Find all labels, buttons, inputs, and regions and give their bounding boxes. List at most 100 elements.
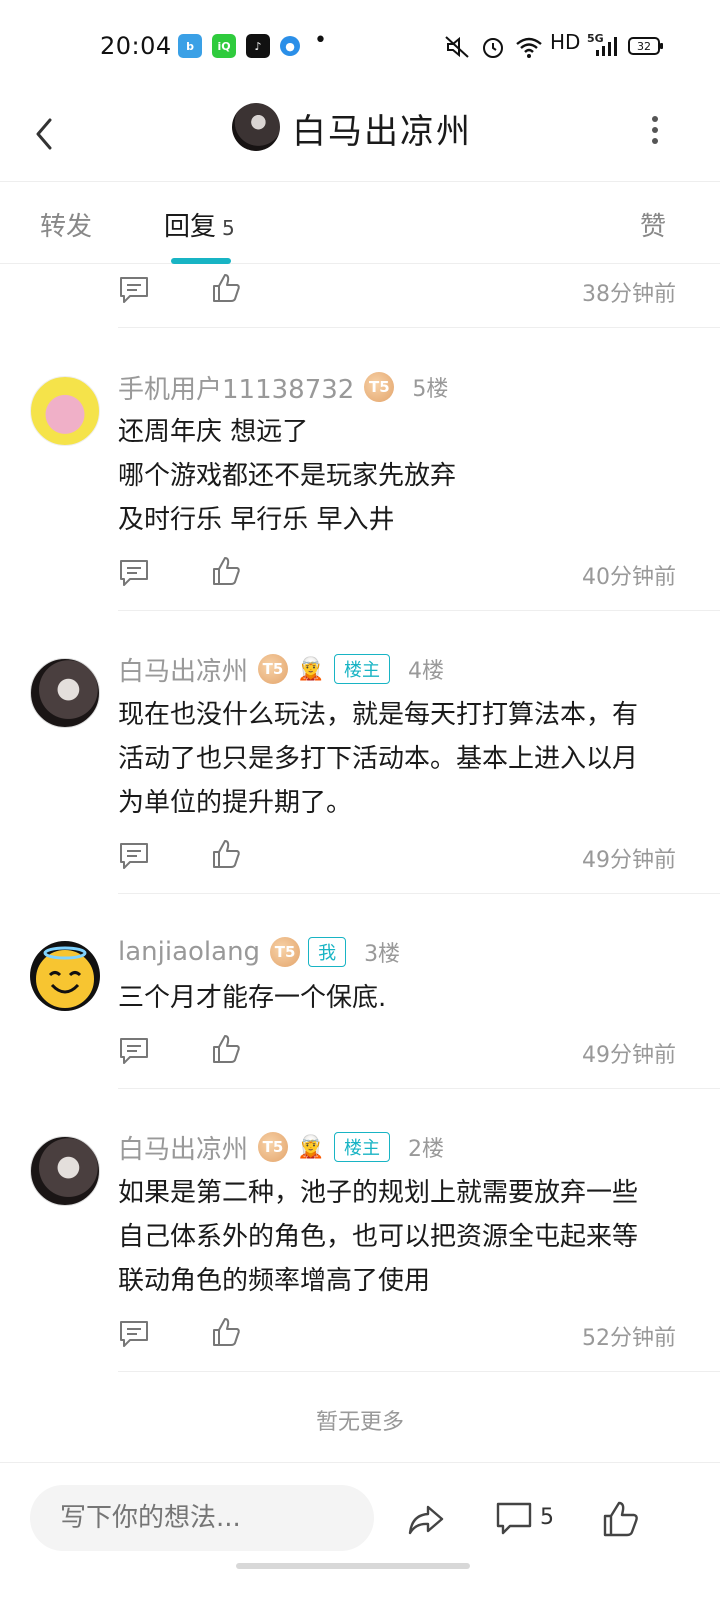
reply-actions: 49分钟前 (118, 1031, 678, 1071)
reply-line: 还周年庆 想远了 (118, 417, 309, 447)
reply-line: 联动角色的频率增高了使用 (118, 1266, 431, 1296)
wifi-icon (516, 37, 542, 58)
divider (118, 1088, 720, 1089)
comment-icon[interactable] (118, 557, 150, 589)
floor-number: 2楼 (408, 1137, 445, 1162)
notification-dot-icon: • (314, 28, 327, 53)
like-thumb-icon[interactable] (210, 555, 242, 587)
reply-line: 哪个游戏都还不是玩家先放弃 (118, 461, 457, 491)
tab-active-indicator (171, 258, 231, 264)
tab-bar: 转发 回复 5 赞 (0, 182, 720, 264)
reply-meta: 白马出凉州 T5 🧝 楼主 4楼 (118, 651, 445, 688)
tab-forward-label: 转发 (40, 212, 93, 242)
username[interactable]: lanjiaolang (118, 937, 260, 967)
comment-icon[interactable] (118, 1035, 150, 1067)
tab-forward[interactable]: 转发 (40, 206, 92, 243)
reply-time: 49分钟前 (582, 1043, 676, 1068)
more-vertical-icon[interactable] (640, 110, 670, 150)
author-tag: 楼主 (334, 654, 391, 684)
browser-icon: ● (280, 36, 300, 56)
like-thumb-icon[interactable] (210, 838, 242, 870)
username[interactable]: 手机用户11138732 (118, 369, 354, 406)
share-arrow-icon[interactable] (406, 1499, 446, 1539)
tab-reply[interactable]: 回复 5 (164, 206, 235, 243)
avatar[interactable] (30, 941, 100, 1011)
reply-line: 活动了也只是多打下活动本。基本上进入以月 (118, 744, 639, 774)
comment-icon[interactable] (494, 1499, 534, 1539)
username[interactable]: 白马出凉州 (118, 1129, 248, 1166)
tab-reply-count: 5 (222, 216, 235, 240)
author-tag: 楼主 (334, 1132, 391, 1162)
divider (118, 327, 720, 328)
reply-actions: 49分钟前 (118, 836, 678, 876)
reply-line: 及时行乐 早行乐 早入井 (118, 505, 395, 535)
back-arrow-icon[interactable] (28, 104, 68, 164)
reply-line: 为单位的提升期了。 (118, 788, 353, 818)
signal-icon (596, 37, 617, 56)
avatar[interactable] (30, 376, 100, 446)
comment-icon[interactable] (118, 840, 150, 872)
avatar[interactable] (30, 658, 100, 728)
reply-body: 还周年庆 想远了 哪个游戏都还不是玩家先放弃 及时行乐 早行乐 早入井 (118, 410, 678, 542)
divider (118, 1371, 720, 1372)
reply-time: 49分钟前 (582, 848, 676, 873)
comment-input[interactable] (30, 1485, 374, 1551)
bilibili-icon: b (178, 34, 202, 58)
status-time: 20:04 (100, 32, 172, 60)
battery-icon: 32 (628, 37, 663, 55)
reply-line: 自己体系外的角色，也可以把资源全屯起来等 (118, 1222, 639, 1252)
reply-body: 三个月才能存一个保底. (118, 976, 678, 1020)
reply-time: 38分钟前 (582, 282, 676, 307)
like-thumb-icon[interactable] (210, 1316, 242, 1348)
hd-label: HD (550, 30, 581, 54)
status-bar: 20:04 b iQ ♪ ● • HD 5G 32 (0, 0, 720, 96)
reply-actions: 40分钟前 (118, 553, 678, 593)
reply-meta: lanjiaolang T5 我 3楼 (118, 935, 400, 969)
home-indicator[interactable] (236, 1563, 470, 1569)
level-badge-icon: T5 (258, 1132, 289, 1162)
avatar-badge-icon: 🧝 (297, 1134, 325, 1160)
avatar[interactable] (30, 1136, 100, 1206)
username[interactable]: 白马出凉州 (118, 651, 248, 688)
bottom-bar: 5 (0, 1462, 720, 1600)
tiktok-icon: ♪ (246, 34, 270, 58)
tab-likes-label: 赞 (640, 212, 667, 242)
reply-line: 如果是第二种，池子的规划上就需要放弃一些 (118, 1178, 639, 1208)
no-more-text: 暂无更多 (315, 1410, 404, 1435)
alarm-icon (483, 38, 503, 58)
comment-icon[interactable] (118, 274, 150, 306)
reply-body: 现在也没什么玩法，就是每天打打算法本，有 活动了也只是多打下活动本。基本上进入以… (118, 693, 678, 825)
reply-meta: 白马出凉州 T5 🧝 楼主 2楼 (118, 1129, 445, 1166)
tab-reply-label: 回复 (164, 212, 217, 242)
reply-line: 三个月才能存一个保底. (118, 983, 387, 1013)
smiley-avatar-icon (34, 946, 96, 1010)
avatar-badge-icon: 🧝 (297, 656, 325, 682)
reply-meta: 手机用户11138732 T5 5楼 (118, 369, 449, 406)
comment-icon[interactable] (118, 1318, 150, 1350)
iqiyi-icon: iQ (212, 34, 236, 58)
reply-actions: 52分钟前 (118, 1314, 678, 1354)
reply-time: 40分钟前 (582, 565, 676, 590)
reply-time: 52分钟前 (582, 1326, 676, 1351)
like-thumb-icon[interactable] (600, 1499, 640, 1539)
like-thumb-icon[interactable] (210, 1033, 242, 1065)
floor-number: 5楼 (412, 377, 449, 402)
level-badge-icon: T5 (270, 937, 301, 967)
me-tag: 我 (308, 937, 347, 967)
divider (118, 610, 720, 611)
reply-line: 现在也没什么玩法，就是每天打打算法本，有 (118, 700, 639, 730)
reply-actions: 38分钟前 (118, 270, 678, 310)
avatar[interactable] (232, 103, 280, 151)
floor-number: 3楼 (364, 942, 401, 967)
floor-number: 4楼 (408, 659, 445, 684)
level-badge-icon: T5 (258, 654, 289, 684)
divider (118, 893, 720, 894)
like-thumb-icon[interactable] (210, 272, 242, 304)
comment-count: 5 (540, 1505, 554, 1530)
top-nav: 白马出凉州 (0, 96, 720, 182)
tab-likes[interactable]: 赞 (640, 206, 666, 243)
mute-icon (445, 36, 469, 58)
page-title: 白马出凉州 (292, 112, 472, 152)
level-badge-icon: T5 (364, 372, 395, 402)
reply-body: 如果是第二种，池子的规划上就需要放弃一些 自己体系外的角色，也可以把资源全屯起来… (118, 1171, 678, 1303)
